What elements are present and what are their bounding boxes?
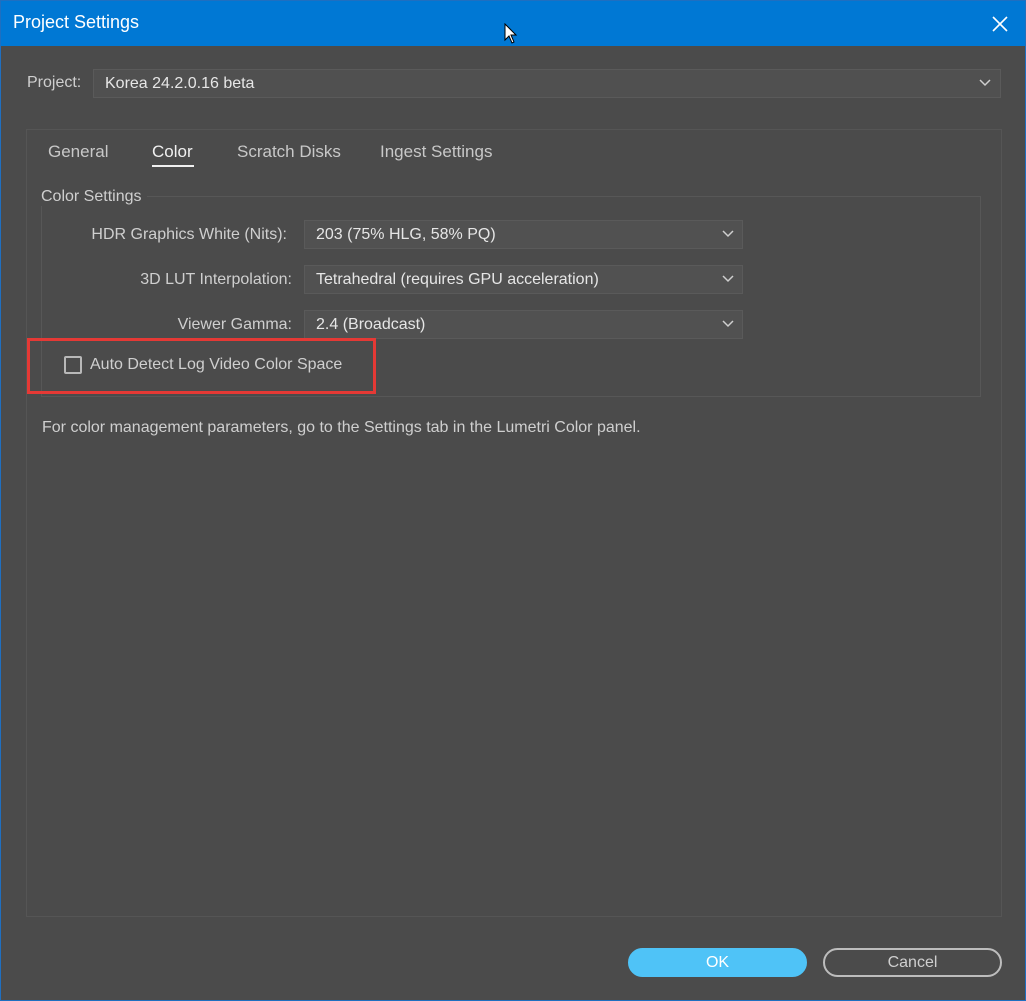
hdr-graphics-white-value: 203 (75% HLG, 58% PQ) xyxy=(316,226,496,243)
chevron-down-icon xyxy=(722,275,734,283)
viewer-gamma-label: Viewer Gamma: xyxy=(177,316,292,333)
project-label: Project: xyxy=(27,74,82,91)
tab-general[interactable]: General xyxy=(48,142,108,162)
color-management-note: For color management parameters, go to t… xyxy=(42,419,641,436)
viewer-gamma-value: 2.4 (Broadcast) xyxy=(316,316,426,333)
ok-button[interactable]: OK xyxy=(628,948,807,977)
tab-color[interactable]: Color xyxy=(152,142,193,162)
tab-ingest-settings[interactable]: Ingest Settings xyxy=(380,142,492,162)
close-button[interactable] xyxy=(985,9,1015,39)
close-icon xyxy=(992,16,1008,32)
auto-detect-log-label[interactable]: Auto Detect Log Video Color Space xyxy=(90,356,342,374)
chevron-down-icon xyxy=(979,79,991,87)
auto-detect-log-checkbox[interactable] xyxy=(64,356,82,374)
lut-interpolation-dropdown[interactable]: Tetrahedral (requires GPU acceleration) xyxy=(304,265,743,294)
lut-interpolation-label: 3D LUT Interpolation: xyxy=(140,271,292,288)
mouse-cursor-icon xyxy=(504,23,518,44)
chevron-down-icon xyxy=(722,230,734,238)
lut-interpolation-value: Tetrahedral (requires GPU acceleration) xyxy=(316,271,599,288)
project-row: Project: Korea 24.2.0.16 beta xyxy=(27,69,1002,99)
hdr-graphics-white-dropdown[interactable]: 203 (75% HLG, 58% PQ) xyxy=(304,220,743,249)
color-settings-title: Color Settings xyxy=(41,188,147,206)
chevron-down-icon xyxy=(722,320,734,328)
project-settings-dialog: Project Settings Project: Korea 24.2.0.1… xyxy=(0,0,1026,1001)
settings-panel: General Color Scratch Disks Ingest Setti… xyxy=(26,129,1002,917)
viewer-gamma-dropdown[interactable]: 2.4 (Broadcast) xyxy=(304,310,743,339)
dialog-title: Project Settings xyxy=(13,12,140,32)
project-dropdown[interactable]: Korea 24.2.0.16 beta xyxy=(93,69,1001,98)
tab-scratch-disks[interactable]: Scratch Disks xyxy=(237,142,341,162)
title-bar[interactable]: Project Settings xyxy=(1,1,1025,46)
project-dropdown-value: Korea 24.2.0.16 beta xyxy=(105,75,255,92)
active-tab-indicator xyxy=(152,165,194,167)
cancel-button[interactable]: Cancel xyxy=(823,948,1002,977)
hdr-graphics-white-label: HDR Graphics White (Nits): xyxy=(91,226,287,243)
